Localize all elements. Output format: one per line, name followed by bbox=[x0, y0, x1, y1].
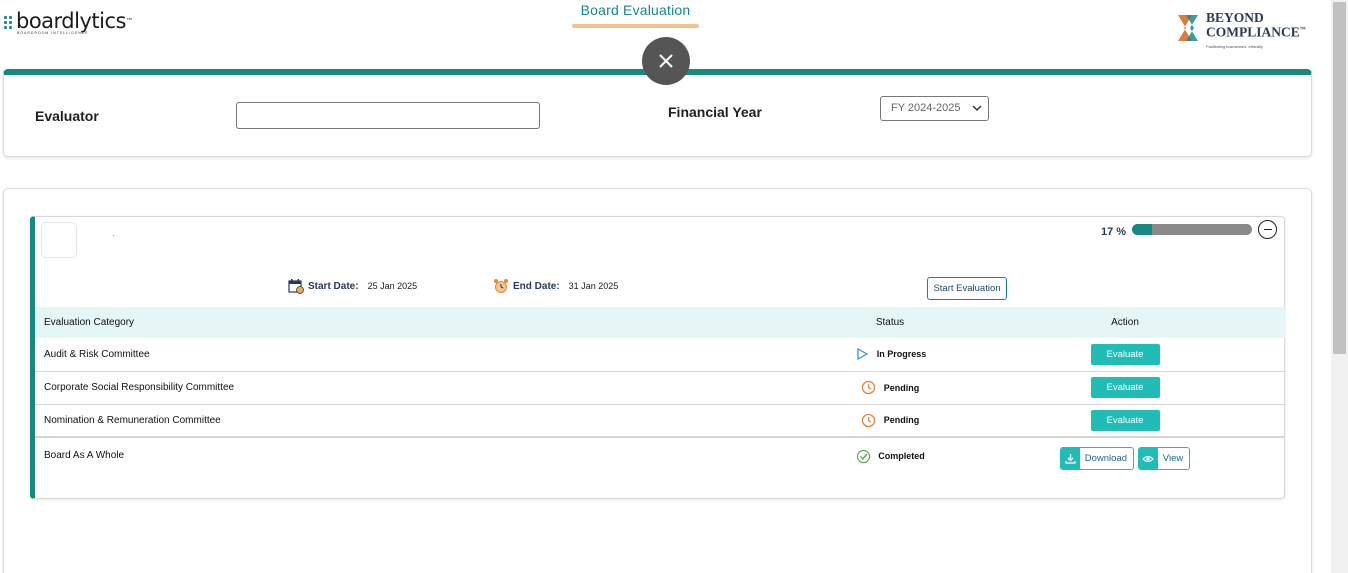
evaluator-label: Evaluator bbox=[35, 108, 99, 124]
status-cell: Completed bbox=[815, 436, 965, 479]
boardlytics-logo[interactable]: boardlytics™ BOARDROOM INTELLIGENCE bbox=[4, 9, 133, 35]
table-row: Corporate Social Responsibility Committe… bbox=[35, 371, 1285, 405]
financial-year-select[interactable]: FY 2024-2025 bbox=[880, 96, 989, 121]
evaluate-button[interactable]: Evaluate bbox=[1090, 409, 1160, 431]
avatar bbox=[41, 222, 77, 258]
end-date: End Date: 31 Jan 2025 bbox=[493, 278, 618, 294]
table-row: Audit & Risk Committee In Progress Evalu… bbox=[35, 338, 1285, 372]
start-evaluation-button[interactable]: Start Evaluation bbox=[927, 277, 1007, 300]
tab-board-evaluation[interactable]: Board Evaluation bbox=[572, 2, 699, 28]
clock-icon bbox=[861, 412, 877, 428]
page-title: Board Evaluation bbox=[580, 2, 691, 18]
evaluation-card: 17 % Start Date: 25 Jan 2025 End Date: 3… bbox=[30, 216, 1285, 499]
view-label: View bbox=[1162, 453, 1184, 464]
evaluate-button[interactable]: Evaluate bbox=[1090, 343, 1160, 365]
table-header-row: Evaluation Category Status Action bbox=[35, 307, 1285, 338]
clock-icon bbox=[861, 380, 877, 396]
bc-logo-mark-icon bbox=[1172, 12, 1202, 44]
start-date-value: 25 Jan 2025 bbox=[367, 281, 418, 291]
logo-tagline: BOARDROOM INTELLIGENCE bbox=[17, 31, 89, 35]
header-action: Action bbox=[965, 307, 1285, 338]
placeholder-dot bbox=[113, 235, 114, 236]
action-cell: Evaluate bbox=[965, 404, 1285, 438]
check-circle-icon bbox=[855, 448, 871, 464]
status-cell: In Progress bbox=[815, 338, 965, 372]
page: boardlytics™ BOARDROOM INTELLIGENCE Boar… bbox=[0, 0, 1348, 573]
start-date: Start Date: 25 Jan 2025 bbox=[288, 278, 417, 294]
table-row: Nomination & Remuneration Committee Pend… bbox=[35, 404, 1285, 438]
action-cell: Evaluate bbox=[965, 371, 1285, 405]
collapse-button[interactable] bbox=[1258, 220, 1277, 239]
action-cell: Download View bbox=[965, 436, 1285, 479]
logo-wordmark: boardlytics™ bbox=[16, 9, 133, 33]
scrollbar-thumb[interactable] bbox=[1333, 2, 1346, 354]
calendar-icon bbox=[288, 279, 304, 294]
action-cell: Evaluate bbox=[965, 338, 1285, 372]
status-completed: Completed bbox=[815, 448, 965, 464]
tab-underline bbox=[572, 24, 699, 28]
start-date-label: Start Date: bbox=[308, 280, 359, 292]
financial-year-label: Financial Year bbox=[668, 104, 762, 120]
download-label: Download bbox=[1084, 453, 1128, 464]
category-cell: Corporate Social Responsibility Committe… bbox=[35, 371, 815, 405]
end-date-label: End Date: bbox=[513, 280, 560, 292]
close-icon bbox=[659, 54, 673, 68]
evaluate-button[interactable]: Evaluate bbox=[1090, 377, 1160, 398]
header-category: Evaluation Category bbox=[35, 307, 815, 338]
status-pending: Pending bbox=[815, 380, 965, 396]
end-date-value: 31 Jan 2025 bbox=[568, 281, 619, 291]
category-cell: Audit & Risk Committee bbox=[35, 338, 815, 372]
close-button[interactable] bbox=[642, 37, 690, 85]
progress-percent: 17 % bbox=[1101, 226, 1127, 238]
logo-dots-icon bbox=[4, 16, 12, 29]
evaluation-table: Evaluation Category Status Action Audit … bbox=[35, 307, 1285, 479]
eye-icon bbox=[1138, 448, 1158, 469]
status-pending: Pending bbox=[815, 412, 965, 428]
vertical-scrollbar[interactable] bbox=[1331, 0, 1348, 573]
category-cell: Nomination & Remuneration Committee bbox=[35, 404, 815, 438]
status-in-progress: In Progress bbox=[815, 346, 965, 362]
bc-logo-words: BEYOND COMPLIANCE™ Facilitating business… bbox=[1206, 10, 1306, 49]
play-icon bbox=[854, 346, 870, 362]
download-icon bbox=[1060, 448, 1080, 469]
progress-fill bbox=[1132, 224, 1153, 235]
minus-icon bbox=[1263, 228, 1272, 231]
status-cell: Pending bbox=[815, 404, 965, 438]
table-row: Board As A Whole Completed Download View bbox=[35, 436, 1285, 479]
download-button[interactable]: Download bbox=[1059, 447, 1135, 470]
category-cell: Board As A Whole bbox=[35, 436, 815, 479]
status-cell: Pending bbox=[815, 371, 965, 405]
beyond-compliance-logo[interactable]: BEYOND COMPLIANCE™ Facilitating business… bbox=[1172, 10, 1306, 53]
evaluator-input[interactable] bbox=[236, 102, 540, 129]
alarm-clock-icon bbox=[494, 279, 508, 293]
chevron-down-icon bbox=[972, 97, 982, 129]
financial-year-value: FY 2024-2025 bbox=[891, 102, 961, 114]
progress-bar bbox=[1132, 224, 1252, 235]
view-button[interactable]: View bbox=[1137, 447, 1191, 470]
header-status: Status bbox=[815, 307, 965, 338]
